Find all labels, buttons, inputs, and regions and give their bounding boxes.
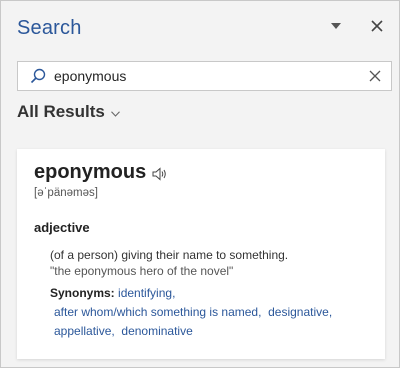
synonym-link[interactable]: identifying, (118, 286, 175, 300)
synonym-link[interactable]: after whom/which something is named, (54, 305, 261, 319)
results-filter-label: All Results (17, 102, 105, 121)
close-icon (371, 20, 383, 32)
synonym-link[interactable]: denominative (121, 324, 192, 338)
synonyms-row: Synonyms: identifying, (50, 286, 175, 300)
search-input[interactable] (54, 63, 354, 89)
search-pane: Search All Results (0, 0, 400, 368)
pane-title: Search (17, 17, 82, 39)
synonym-link[interactable]: appellative, (54, 324, 115, 338)
clear-icon (369, 70, 381, 82)
headword: eponymous (34, 161, 147, 183)
synonym-link[interactable]: designative, (268, 305, 332, 319)
part-of-speech: adjective (34, 220, 90, 235)
example-sentence: "the eponymous hero of the novel" (50, 264, 234, 278)
close-pane-button[interactable] (366, 15, 388, 37)
synonyms-line: appellative, denominative (54, 324, 193, 338)
synonyms-line: after whom/which something is named, des… (54, 305, 332, 319)
definition-text: (of a person) giving their name to somet… (50, 248, 289, 262)
search-box[interactable] (17, 61, 392, 91)
definition-card: eponymous [əˈpänəməs] adjective (of a pe… (17, 149, 385, 359)
pronunciation: [əˈpänəməs] (34, 187, 98, 199)
headword-row: eponymous (34, 161, 168, 184)
chevron-down-icon (110, 110, 120, 117)
pane-options-button[interactable] (325, 15, 347, 37)
search-icon (30, 68, 46, 84)
caret-down-icon (331, 23, 341, 29)
synonyms-label: Synonyms: (50, 286, 115, 300)
clear-search-button[interactable] (367, 68, 383, 84)
speaker-icon[interactable] (152, 166, 168, 181)
results-filter-dropdown[interactable]: All Results (17, 102, 120, 122)
